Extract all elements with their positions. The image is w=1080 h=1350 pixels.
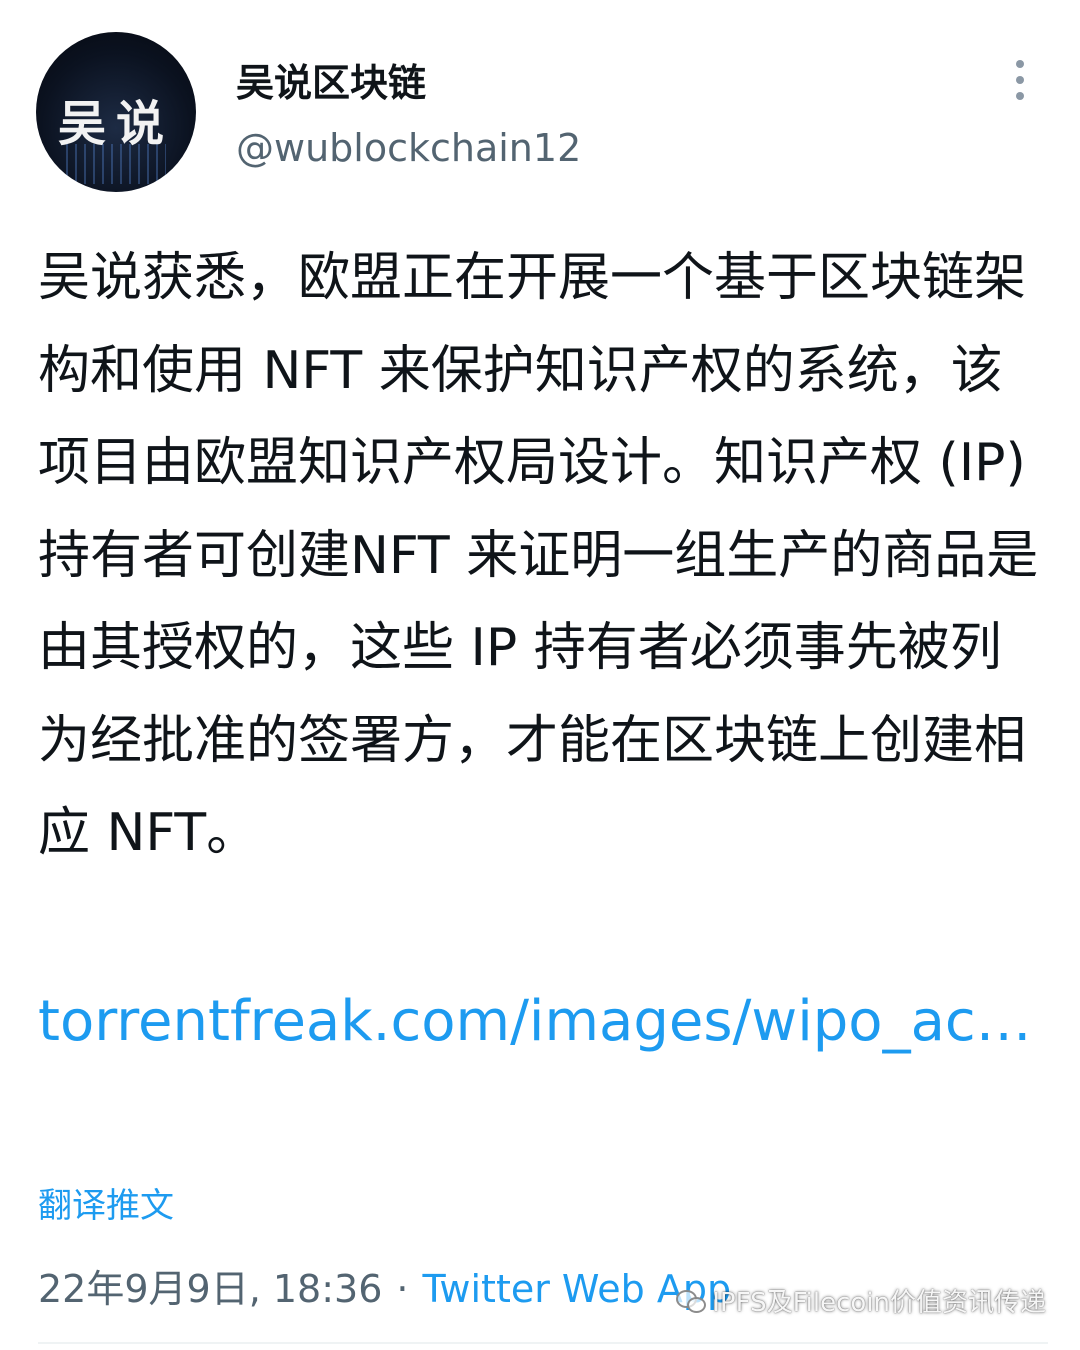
more-dot [1016,92,1024,100]
meta-separator: · [396,1267,409,1311]
watermark: IPFS及Filecoin价值资讯传递 [676,1282,1046,1319]
divider [38,1342,1048,1344]
author-display-name[interactable]: 吴说区块链 [236,52,426,107]
avatar[interactable]: 吴说 [36,32,196,192]
more-vertical-icon [1016,60,1024,68]
watermark-text: IPFS及Filecoin价值资讯传递 [712,1288,1046,1318]
tweet-meta: 22年9月9日, 18:36 · Twitter Web App [38,1258,731,1313]
translate-tweet-button[interactable]: 翻译推文 [38,1178,174,1227]
author-handle[interactable]: @wublockchain12 [236,126,581,170]
avatar-text: 吴说 [57,96,174,152]
wechat-icon [676,1288,707,1314]
tweet-link[interactable]: torrentfreak.com/images/wipo_ac… [38,976,1038,1068]
more-dot [1016,76,1024,84]
tweet-header: 吴说 吴说区块链 @wublockchain12 [36,30,1046,200]
tweet-body: 吴说获悉，欧盟正在开展一个基于区块链架构和使用 NFT 来保护知识产权的系统，该… [38,248,1039,863]
more-options-button[interactable] [1008,60,1032,100]
tweet-timestamp[interactable]: 22年9月9日, 18:36 [38,1267,382,1311]
